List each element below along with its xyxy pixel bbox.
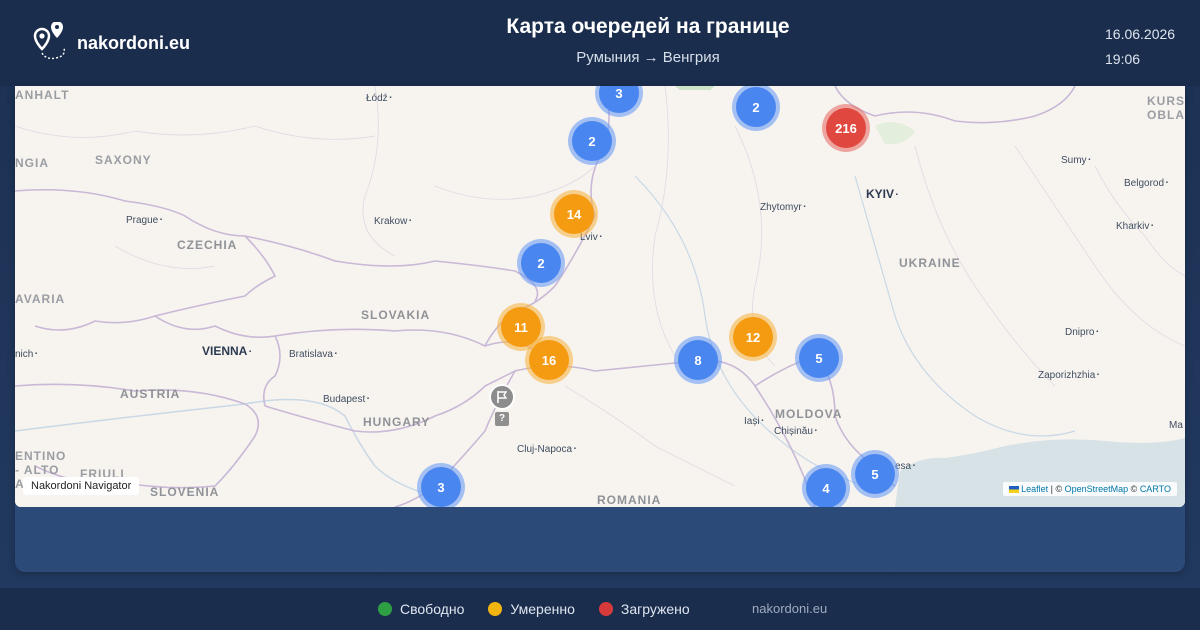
country-label: AUSTRIA	[120, 387, 181, 401]
city-label: Krakow	[374, 216, 411, 227]
city-label: Chișinău	[774, 426, 817, 437]
cluster-count: 12	[745, 329, 761, 345]
city-label: Dnipro	[1065, 327, 1098, 338]
queue-cluster[interactable]: 16	[529, 340, 569, 380]
cluster-count: 2	[752, 99, 760, 115]
status-dot	[378, 602, 392, 616]
queue-cluster[interactable]: 4	[806, 468, 846, 507]
country-label: MOLDOVA	[775, 407, 843, 421]
unknown-badge: ?	[495, 412, 509, 426]
leaflet-link[interactable]: Leaflet	[1021, 484, 1048, 494]
site-name: nakordoni.eu	[77, 32, 191, 53]
city-label: Ma	[1169, 420, 1185, 431]
status-dot	[598, 602, 613, 616]
queue-cluster[interactable]: 2	[736, 87, 776, 127]
cluster-count: 2	[588, 133, 596, 149]
map[interactable]: ANHALT SAXONY KURSK OBLAS AVARIA NGIA EN…	[15, 86, 1185, 507]
region-label: KURSK OBLAS	[1147, 94, 1185, 122]
city-label: nich	[15, 349, 37, 360]
legend-label: Свободно	[400, 601, 465, 617]
cluster-count: 4	[822, 480, 830, 496]
navigator-label: Nakordoni Navigator	[23, 477, 140, 495]
country-label: HUNGARY	[363, 415, 431, 429]
cluster-count: 216	[835, 120, 857, 136]
unknown-status-marker[interactable]: ?	[489, 384, 515, 428]
flag-icon	[489, 384, 515, 410]
attribution-carto-prefix: ©	[1128, 484, 1140, 494]
status-dot	[488, 602, 503, 616]
page-title: Карта очередей на границе	[506, 15, 790, 38]
city-label: Kharkiv	[1116, 221, 1153, 232]
map-attribution: Leaflet | © OpenStreetMap © CARTO	[1003, 482, 1177, 496]
footer: Свободно Умеренно Загружено nakordoni.eu	[0, 588, 1200, 630]
city-label: Zaporizhzhia	[1038, 370, 1099, 381]
legend-item-moderate: Умеренно	[488, 601, 575, 617]
cluster-count: 5	[871, 466, 879, 482]
cluster-count: 3	[437, 479, 445, 495]
region-label: AVARIA	[15, 292, 66, 306]
city-label: Lviv	[580, 232, 602, 243]
cluster-count: 14	[566, 206, 582, 222]
ukraine-flag-icon	[1009, 486, 1020, 494]
legend: Свободно Умеренно Загружено	[378, 601, 714, 617]
country-label: ROMANIA	[597, 493, 662, 507]
capital-label: VIENNA	[202, 344, 251, 358]
city-label: Bratislava	[289, 349, 337, 360]
cluster-count: 11	[514, 319, 528, 335]
city-label: Iași	[744, 416, 763, 427]
cluster-count: 8	[694, 352, 702, 368]
legend-label: Загружено	[620, 601, 690, 617]
region-label: NGIA	[15, 156, 49, 170]
queue-cluster[interactable]: 3	[421, 467, 461, 507]
region-label: ANHALT	[15, 88, 70, 102]
region-label: SAXONY	[95, 153, 152, 167]
queue-cluster[interactable]: 11	[501, 307, 541, 347]
location-pins-icon	[33, 22, 66, 60]
osm-link[interactable]: OpenStreetMap	[1065, 484, 1129, 494]
queue-cluster[interactable]: 5	[855, 454, 895, 494]
cluster-count: 2	[537, 255, 545, 271]
attribution-separator: | ©	[1048, 484, 1065, 494]
country-label: CZECHIA	[177, 238, 238, 252]
timestamp: 16.06.2026 19:06	[1105, 22, 1175, 72]
cluster-count: 5	[815, 350, 823, 366]
cluster-count: 16	[541, 352, 557, 368]
city-label: Prague	[126, 215, 162, 226]
country-label: SLOVENIA	[150, 485, 220, 499]
cluster-count: 3	[615, 86, 623, 101]
queue-cluster[interactable]: 216	[826, 108, 866, 148]
city-label: Cluj-Napoca	[517, 444, 576, 455]
brand[interactable]: nakordoni.eu	[24, 22, 190, 64]
country-label: SLOVAKIA	[361, 308, 431, 322]
city-label: esa	[895, 461, 915, 472]
city-label: Budapest	[323, 394, 369, 405]
time-text: 19:06	[1105, 51, 1141, 67]
legend-label: Умеренно	[510, 601, 575, 617]
city-label: Belgorod	[1124, 178, 1168, 189]
date-text: 16.06.2026	[1105, 26, 1176, 42]
route-subtitle: Румыния → Венгрия	[576, 49, 720, 66]
queue-cluster[interactable]: 14	[554, 194, 594, 234]
city-label: Łódź	[366, 93, 391, 104]
legend-item-busy: Загружено	[598, 601, 690, 617]
city-label: Zhytomyr	[760, 202, 805, 213]
header: nakordoni.eu Карта очередей на границе Р…	[0, 0, 1200, 86]
country-label: UKRAINE	[899, 256, 961, 270]
capital-label: KYIV	[866, 187, 898, 201]
city-label: Sumy	[1061, 155, 1090, 166]
queue-cluster[interactable]: 5	[799, 338, 839, 378]
queue-cluster[interactable]: 2	[521, 243, 561, 283]
queue-cluster[interactable]: 2	[572, 121, 612, 161]
legend-item-free: Свободно	[378, 601, 464, 617]
queue-cluster[interactable]: 8	[678, 340, 718, 380]
queue-cluster[interactable]: 12	[733, 317, 773, 357]
footer-site[interactable]: nakordoni.eu	[752, 601, 827, 616]
carto-link[interactable]: CARTO	[1140, 484, 1171, 494]
